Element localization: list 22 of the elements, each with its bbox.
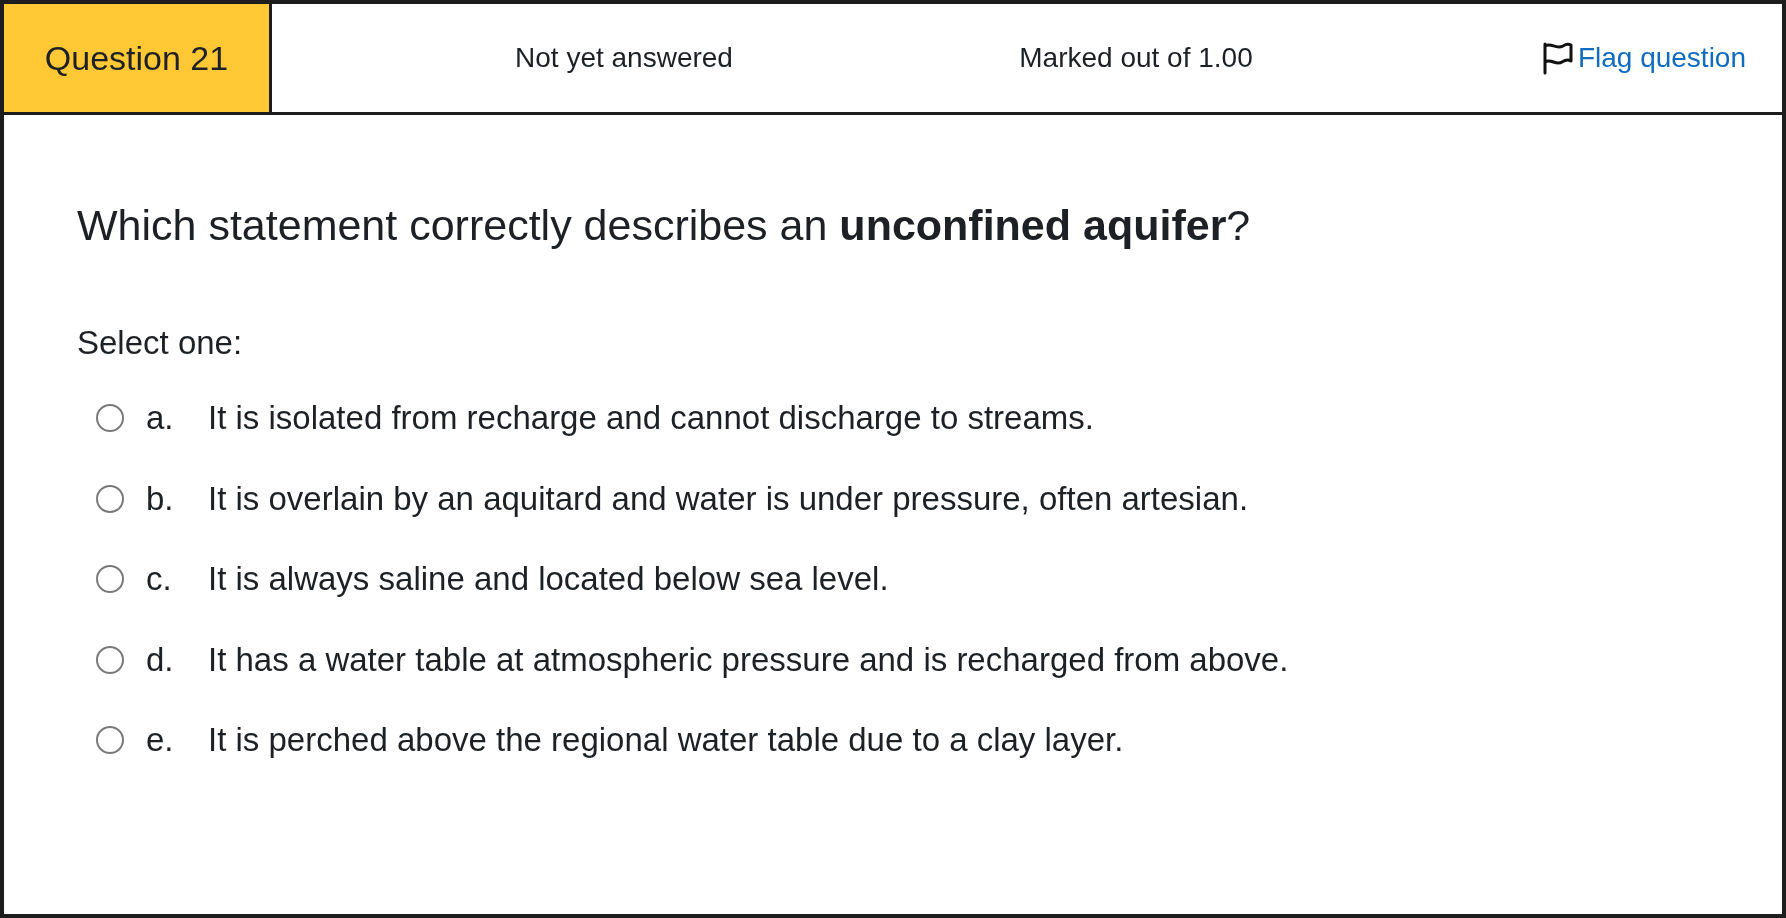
radio-button[interactable] (96, 645, 124, 674)
select-one-prompt: Select one: (77, 323, 243, 363)
radio-button[interactable] (96, 484, 124, 513)
question-text: Which statement correctly describes an unconfined aquifer? (77, 200, 1251, 251)
radio-button[interactable] (96, 726, 124, 755)
option-label[interactable]: It is always saline and located below sea level. (208, 559, 889, 600)
question-number: Question 21 (44, 37, 229, 79)
flag-question-link[interactable]: Flag question (1541, 37, 1746, 79)
radio-button[interactable] (96, 404, 124, 433)
option-letter: c. (146, 559, 172, 600)
option-letter: e. (146, 720, 174, 761)
answer-status: Not yet answered (515, 41, 733, 75)
radio-button[interactable] (96, 565, 124, 594)
option-label[interactable]: It is overlain by an aquitard and water is under pressure, often artesian. (208, 478, 1249, 519)
option-label[interactable]: It is isolated from recharge and cannot discharge to streams. (208, 398, 1094, 439)
option-label[interactable]: It has a water table at atmospheric pressure and is recharged from above. (208, 639, 1289, 680)
option-letter: b. (146, 478, 174, 519)
option-letter: a. (146, 398, 174, 439)
marks-info: Marked out of 1.00 (1019, 41, 1253, 75)
option-label[interactable]: It is perched above the regional water table due to a clay layer. (208, 720, 1124, 761)
option-letter: d. (146, 639, 174, 680)
flag-icon (1541, 41, 1574, 75)
